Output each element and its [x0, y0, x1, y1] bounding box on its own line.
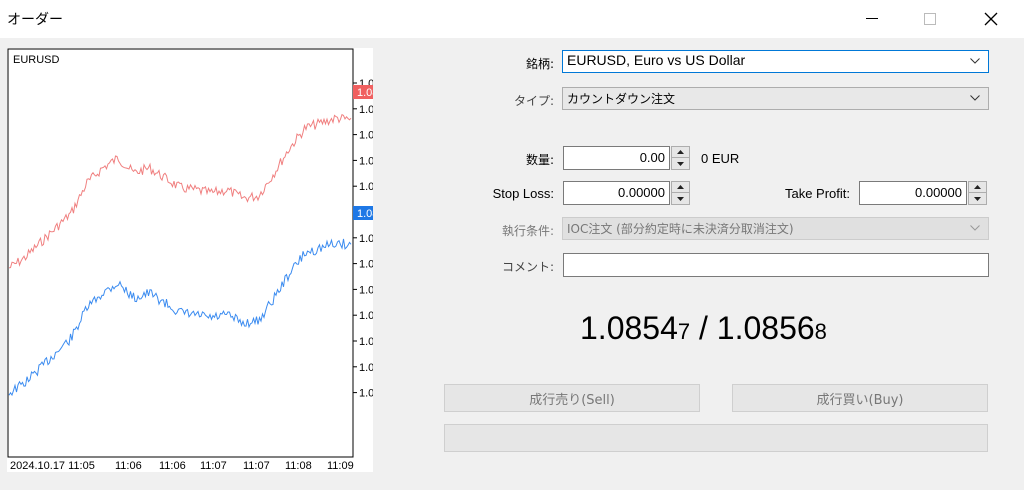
maximize-icon: [924, 13, 936, 25]
symbol-select-value: EURUSD, Euro vs US Dollar: [567, 52, 746, 68]
time-tick-label: 11:07: [200, 460, 227, 472]
price-axis: 1.085701.085651.085601.085551.085501.085…: [353, 78, 373, 400]
buy-button[interactable]: 成行買い(Buy): [732, 384, 988, 412]
chevron-down-icon: [970, 95, 980, 101]
buy-button-label: 成行買い(Buy): [816, 392, 904, 408]
ask-line: [8, 113, 352, 269]
time-tick-label: 11:06: [115, 460, 142, 472]
price-tick-label: 1.08520: [359, 336, 373, 348]
triangle-down-icon: [974, 196, 981, 201]
takeprofit-input[interactable]: 0.00000: [859, 181, 967, 205]
ask-price-label: 1.08568: [357, 87, 373, 99]
order-window: オーダー 1.085701.085651.085601.085551.08550…: [0, 0, 1024, 490]
volume-up-button[interactable]: [671, 146, 690, 158]
chart-symbol: EURUSD: [13, 54, 60, 66]
time-tick-label: 11:08: [285, 460, 312, 472]
sell-button-label: 成行売り(Sell): [529, 392, 615, 408]
bid-price-label: 1.08547: [357, 208, 373, 220]
close-icon: [984, 12, 998, 26]
tick-chart: 1.085701.085651.085601.085551.085501.085…: [7, 48, 373, 472]
window-title: オーダー: [7, 12, 63, 28]
price-tick-label: 1.08540: [359, 233, 373, 245]
quote-display: 1.08547 / 1.08568: [580, 310, 827, 347]
time-tick-label: 11:07: [243, 460, 270, 472]
fill-policy-select[interactable]: IOC注文 (部分約定時に未決済分取消注文): [562, 217, 989, 240]
takeprofit-stepper[interactable]: [968, 181, 987, 205]
volume-label: 数量:: [525, 153, 554, 167]
volume-unit: 0 EUR: [701, 151, 740, 166]
fill-policy-label: 執行条件:: [501, 224, 554, 238]
price-tick-label: 1.08555: [359, 155, 373, 167]
price-tick-label: 1.08515: [359, 362, 373, 374]
price-tick-label: 1.08565: [359, 104, 373, 116]
fill-policy-value: IOC注文 (部分約定時に未決済分取消注文): [567, 222, 794, 236]
chevron-down-icon: [970, 225, 980, 231]
stoploss-input[interactable]: 0.00000: [563, 181, 670, 205]
price-tick-label: 1.08535: [359, 259, 373, 271]
volume-input[interactable]: 0.00: [563, 146, 670, 170]
chart-frame: [7, 48, 354, 458]
price-tick-label: 1.08550: [359, 181, 373, 193]
order-type-select[interactable]: カウントダウン注文: [562, 87, 989, 110]
chevron-down-icon: [970, 58, 980, 64]
ask-price-main: 1.0856: [716, 310, 815, 346]
time-axis: 2024.10.17 11:05 11:06 11:06 11:07 11:07 11:0…: [10, 460, 354, 472]
bid-price-main: 1.0854: [580, 310, 678, 346]
title-bar: オーダー: [0, 0, 1024, 38]
minimize-button[interactable]: [849, 0, 895, 38]
price-tick-label: 1.08530: [359, 284, 373, 296]
quote-separator: /: [690, 310, 717, 346]
stoploss-label: Stop Loss:: [492, 186, 554, 201]
takeprofit-label: Take Profit:: [784, 186, 850, 201]
order-type-value: カウントダウン注文: [567, 92, 676, 106]
place-order-button[interactable]: [444, 424, 988, 452]
time-tick-label: 11:06: [159, 460, 186, 472]
maximize-button[interactable]: [907, 0, 953, 38]
takeprofit-up-button[interactable]: [968, 181, 987, 193]
stoploss-stepper[interactable]: [671, 181, 690, 205]
ask-price-pipette: 8: [814, 319, 827, 344]
time-tick-label: 2024.10.17 11:05: [10, 460, 95, 472]
triangle-up-icon: [974, 185, 981, 189]
triangle-down-icon: [677, 196, 684, 201]
triangle-down-icon: [677, 161, 684, 166]
stoploss-up-button[interactable]: [671, 181, 690, 193]
triangle-up-icon: [677, 150, 684, 154]
bid-price-pipette: 7: [677, 319, 691, 344]
volume-stepper[interactable]: [671, 146, 690, 170]
price-tick-label: 1.08510: [359, 388, 373, 400]
type-label: タイプ:: [513, 94, 554, 108]
time-tick-label: 11:09: [327, 460, 354, 472]
comment-input[interactable]: [563, 253, 989, 277]
comment-label: コメント:: [501, 260, 554, 274]
symbol-select[interactable]: EURUSD, Euro vs US Dollar: [562, 50, 989, 73]
triangle-up-icon: [677, 185, 684, 189]
bid-line: [8, 238, 352, 397]
sell-button[interactable]: 成行売り(Sell): [444, 384, 700, 412]
tick-chart-canvas: 1.085701.085651.085601.085551.085501.085…: [7, 48, 373, 472]
takeprofit-down-button[interactable]: [968, 193, 987, 205]
symbol-label: 銘柄:: [525, 57, 554, 71]
close-button[interactable]: [968, 0, 1014, 38]
minimize-icon: [866, 18, 878, 19]
stoploss-down-button[interactable]: [671, 193, 690, 205]
price-tick-label: 1.08525: [359, 310, 373, 322]
price-tick-label: 1.08560: [359, 130, 373, 142]
volume-down-button[interactable]: [671, 158, 690, 170]
